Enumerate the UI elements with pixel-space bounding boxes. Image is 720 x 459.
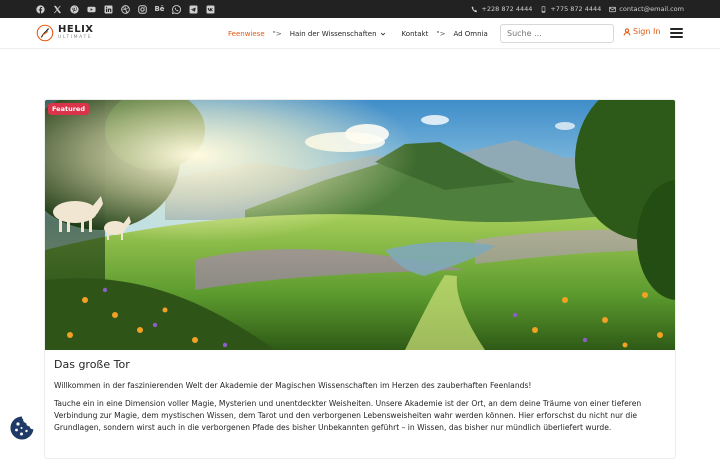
nav-item-hain[interactable]: Hain der Wissenschaften	[290, 30, 386, 38]
main-nav: Feenwiese "> Hain der Wissenschaften Kon…	[228, 18, 488, 49]
envelope-icon	[609, 6, 617, 12]
search-input[interactable]	[500, 24, 614, 43]
contact-info: +228 872 4444 +775 872 4444 contact@emai…	[471, 5, 684, 13]
phone-icon	[472, 6, 478, 12]
featured-badge: Featured	[48, 103, 89, 115]
article-paragraph: Tauche ein in eine Dimension voller Magi…	[54, 399, 642, 432]
phone-number: +228 872 4444	[481, 5, 533, 13]
logo-text: HELIX ULTIMATE	[58, 25, 94, 41]
pinterest-icon[interactable]	[70, 4, 79, 14]
nav-separator: ">	[272, 29, 282, 38]
featured-article-card[interactable]: Featured Das große Tor Willkommen in der…	[44, 99, 676, 459]
nav-item-feenwiese[interactable]: Feenwiese	[228, 30, 265, 38]
article-body: Das große Tor Willkommen in der faszinie…	[54, 358, 666, 434]
behance-icon[interactable]: Bē	[154, 5, 164, 14]
hero-image[interactable]	[45, 100, 676, 350]
mobile-contact[interactable]: +775 872 4444	[540, 5, 601, 13]
facebook-icon[interactable]	[36, 4, 45, 14]
mobile-number: +775 872 4444	[550, 5, 602, 13]
vk-icon[interactable]	[206, 5, 215, 14]
nav-item-kontakt[interactable]: Kontakt	[402, 30, 429, 38]
article-intro: Willkommen in der faszinierenden Welt de…	[54, 381, 532, 390]
linkedin-icon[interactable]	[104, 5, 113, 14]
menu-icon[interactable]	[670, 28, 683, 38]
sign-in-link[interactable]: Sign In	[623, 27, 660, 36]
site-header: HELIX ULTIMATE Feenwiese "> Hain der Wis…	[0, 18, 720, 49]
sign-in-label: Sign In	[633, 27, 661, 36]
article-title[interactable]: Das große Tor	[54, 358, 666, 371]
email-contact[interactable]: contact@email.com	[609, 5, 684, 13]
logo-title: HELIX	[58, 24, 94, 36]
nav-item-hain-label: Hain der Wissenschaften	[289, 29, 377, 38]
social-links: Bē	[36, 4, 215, 14]
x-icon[interactable]	[53, 5, 62, 14]
dribbble-icon[interactable]	[121, 4, 130, 14]
logo-subtitle: ULTIMATE	[58, 35, 93, 41]
youtube-icon[interactable]	[87, 5, 96, 14]
telegram-icon[interactable]	[189, 5, 198, 14]
instagram-icon[interactable]	[138, 4, 147, 14]
mobile-icon	[542, 5, 546, 13]
phone-contact[interactable]: +228 872 4444	[471, 5, 532, 13]
whatsapp-icon[interactable]	[172, 4, 181, 14]
nav-separator: ">	[436, 29, 446, 38]
nav-item-ad-omnia[interactable]: Ad Omnia	[453, 30, 487, 38]
top-bar: Bē +228 872 4444 +775 872 4444 contact@e…	[0, 0, 720, 18]
email-address: contact@email.com	[619, 5, 684, 13]
helix-logo-icon	[36, 24, 54, 42]
cookie-consent-button[interactable]	[9, 415, 35, 441]
user-icon	[623, 27, 631, 35]
site-logo[interactable]: HELIX ULTIMATE	[36, 24, 94, 42]
chevron-down-icon	[380, 32, 385, 35]
